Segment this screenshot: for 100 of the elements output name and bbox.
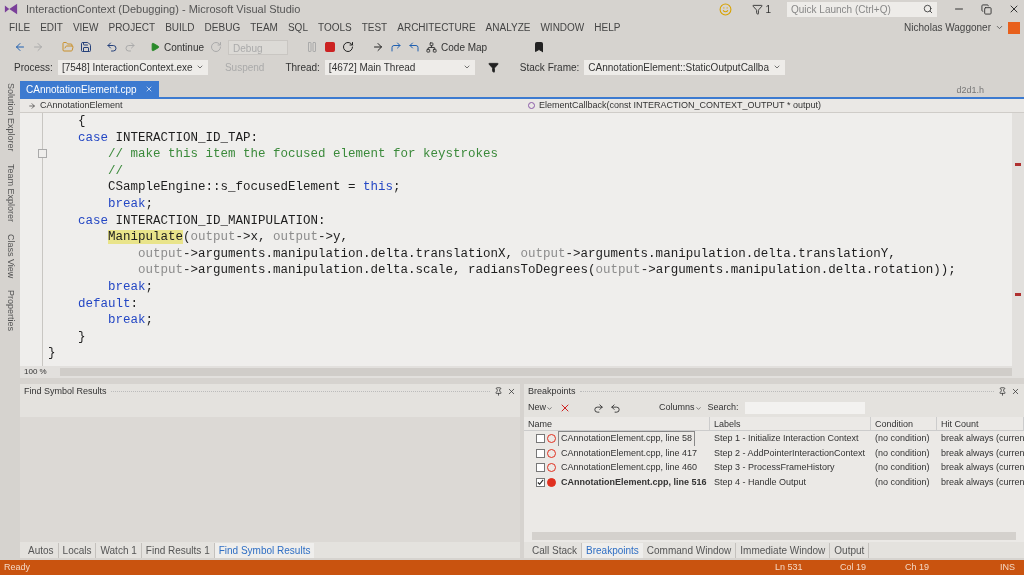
step-icon[interactable] [372, 41, 385, 53]
code-line: output->arguments.manipulation.delta.translationX, output->arguments.manipulation.delta.translationY, [137, 245, 896, 263]
code-line: CSampleEngine::s_focusedElement = this; [107, 179, 401, 196]
code-line: { [77, 113, 86, 130]
columns-button[interactable]: Columns [659, 401, 702, 415]
zoom-level[interactable]: 100 % [20, 366, 60, 378]
menu-item[interactable]: ARCHITECTURE [392, 20, 481, 35]
breakpoint-label: Step 4 - Handle Output [713, 475, 808, 489]
column-header[interactable]: Hit Count [937, 417, 1024, 431]
process-dropdown[interactable]: [7548] InteractionContext.exe [57, 59, 208, 75]
code-line: } [48, 345, 56, 362]
menu-item[interactable]: TEAM [245, 20, 283, 35]
column-header[interactable]: Labels [710, 417, 871, 431]
play-icon [150, 42, 160, 52]
filter-icon[interactable] [752, 3, 764, 15]
checkbox[interactable] [536, 477, 545, 487]
step-over-icon[interactable] [390, 41, 403, 53]
document-tab[interactable]: CAnnotationElement.cpp [20, 81, 159, 97]
panel-tab[interactable]: Output [830, 543, 870, 558]
code-line: break; [107, 195, 154, 213]
back-icon[interactable] [14, 41, 26, 53]
restore-icon[interactable] [981, 3, 992, 15]
continue-button[interactable]: Continue [150, 39, 205, 55]
search-icon[interactable] [923, 4, 933, 14]
side-tab[interactable]: Team Explorer [3, 163, 17, 222]
menu-item[interactable]: DEBUG [199, 20, 246, 35]
side-tab[interactable]: Class View [3, 233, 17, 278]
stop-icon[interactable] [324, 41, 337, 53]
scope-dropdown[interactable]: CAnnotationElement [20, 98, 520, 113]
pin-icon[interactable] [998, 387, 1007, 396]
vertical-scrollbar[interactable] [1012, 113, 1024, 366]
stack-frame-dropdown[interactable]: CAnnotationElement::StaticOutputCallba [584, 59, 785, 75]
close-icon[interactable] [1008, 3, 1020, 15]
panel-tab[interactable]: Locals [58, 543, 97, 558]
panel-tab[interactable]: Immediate Window [736, 543, 831, 558]
caret-icon[interactable] [462, 63, 471, 71]
close-icon[interactable] [1011, 387, 1020, 396]
delete-icon[interactable] [559, 402, 571, 414]
panel-title: Breakpoints [528, 384, 576, 398]
member-dropdown[interactable]: ElementCallback(const INTERACTION_CONTEXT_OUTPUT * output) [520, 98, 1024, 113]
breakpoint-hit-count: break always (curren [940, 446, 1024, 460]
process-label: Process: [14, 60, 53, 75]
char-number: Ch 19 [905, 560, 931, 574]
side-tab[interactable]: Properties [3, 289, 17, 331]
panel-tab[interactable]: Breakpoints [582, 543, 643, 558]
caret-icon[interactable] [773, 63, 781, 71]
restart-icon[interactable] [342, 41, 355, 53]
menu-item[interactable]: WINDOW [535, 20, 590, 35]
side-tab[interactable]: Solution Explorer [3, 83, 17, 152]
undo-icon[interactable] [106, 41, 118, 53]
new-button[interactable]: New [528, 401, 553, 415]
panel-tab[interactable]: Find Results 1 [141, 543, 215, 558]
checkbox[interactable] [536, 448, 545, 458]
menu-item[interactable]: EDIT [35, 20, 68, 35]
thread-label: Thread: [285, 60, 320, 75]
panel-tab[interactable]: Command Window [642, 543, 737, 558]
menu-item[interactable]: VIEW [67, 20, 104, 35]
step-out-icon[interactable] [408, 41, 421, 53]
horizontal-scrollbar[interactable] [532, 532, 1016, 540]
panel-title: Find Symbol Results [24, 384, 107, 398]
code-map-button[interactable]: Code Map [426, 39, 488, 55]
quick-launch-field[interactable]: Quick Launch (Ctrl+Q) [787, 1, 937, 17]
bookmark-icon[interactable] [533, 41, 546, 53]
breakpoint-condition: (no condition) [874, 475, 931, 489]
filter-icon[interactable] [487, 61, 499, 73]
code-line: Manipulate(output->x, output->y, [107, 229, 349, 246]
menu-item[interactable]: BUILD [160, 20, 200, 35]
menu-item[interactable]: ANALYZE [480, 20, 536, 35]
menu-item[interactable]: TOOLS [312, 20, 357, 35]
undo-icon[interactable] [610, 402, 621, 414]
diagram-icon [426, 41, 438, 53]
menu-item[interactable]: FILE [4, 20, 36, 35]
menu-item[interactable]: SQL [282, 20, 313, 35]
thread-dropdown[interactable]: [4672] Main Thread [324, 59, 475, 75]
breakpoint-location[interactable]: CAnnotationElement.cpp, line 417 [558, 445, 701, 460]
column-header[interactable]: Name [524, 417, 710, 431]
column-header[interactable]: Condition [871, 417, 937, 431]
breakpoint-condition: (no condition) [874, 432, 931, 445]
pin-icon[interactable] [494, 387, 503, 396]
menu-item[interactable]: PROJECT [103, 20, 161, 35]
breakpoint-location[interactable]: CAnnotationElement.cpp, line 516 [558, 474, 710, 489]
breakpoint-location[interactable]: CAnnotationElement.cpp, line 460 [558, 460, 701, 475]
caret-icon [694, 404, 702, 412]
caret-icon[interactable] [195, 63, 204, 71]
notification-count: 1 [765, 2, 771, 17]
redo-icon[interactable] [593, 402, 604, 414]
panel-tab[interactable]: Find Symbol Results [214, 543, 315, 558]
caret-icon[interactable] [995, 23, 1004, 32]
menu-item[interactable]: TEST [356, 20, 393, 35]
checkbox[interactable] [536, 434, 545, 444]
close-icon[interactable] [507, 387, 516, 396]
menu-item[interactable]: HELP [589, 20, 626, 35]
user-name[interactable]: Nicholas Waggoner [904, 20, 991, 35]
panel-tab[interactable]: Autos [24, 543, 59, 558]
checkbox[interactable] [536, 463, 545, 473]
save-icon[interactable] [80, 41, 92, 53]
code-line: } [77, 328, 86, 346]
breakpoint-location[interactable]: CAnnotationElement.cpp, line 58 [558, 431, 696, 446]
caret-icon [546, 404, 553, 412]
panel-tab[interactable]: Watch 1 [96, 543, 142, 558]
